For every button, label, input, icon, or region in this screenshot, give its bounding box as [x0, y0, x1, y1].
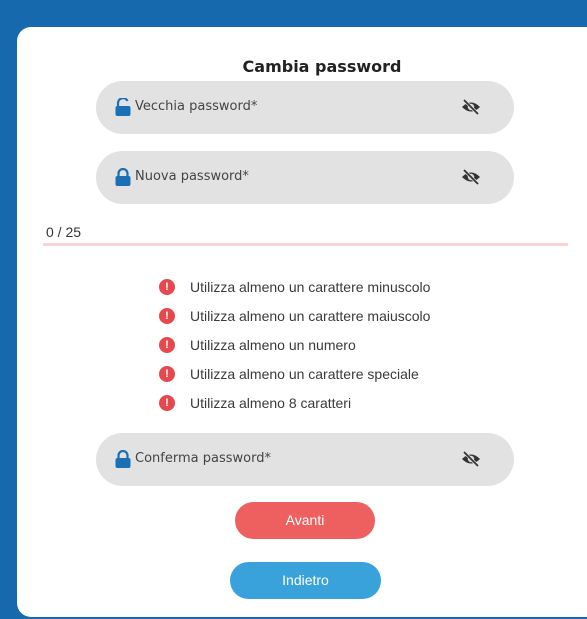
old-password-field[interactable]: Vecchia password*: [96, 81, 514, 134]
eye-off-icon[interactable]: [461, 450, 481, 468]
back-button[interactable]: Indietro: [230, 562, 381, 599]
requirement-text: Utilizza almeno 8 caratteri: [190, 394, 352, 411]
requirement-text: Utilizza almeno un carattere maiuscolo: [190, 307, 431, 324]
error-icon: !: [159, 394, 175, 411]
new-password-field[interactable]: Nuova password*: [96, 151, 514, 204]
error-icon: !: [159, 278, 175, 295]
lock-icon: [115, 450, 131, 468]
eye-off-icon[interactable]: [461, 98, 481, 116]
requirement-item: ! Utilizza almeno 8 caratteri: [159, 388, 430, 417]
requirement-text: Utilizza almeno un carattere speciale: [190, 365, 419, 382]
old-password-placeholder: Vecchia password*: [135, 99, 258, 114]
error-icon: !: [159, 336, 175, 353]
lock-icon: [115, 168, 131, 186]
eye-off-icon[interactable]: [461, 168, 481, 186]
requirement-item: ! Utilizza almeno un carattere maiuscolo: [159, 301, 430, 330]
confirm-password-placeholder: Conferma password*: [135, 451, 271, 466]
requirement-item: ! Utilizza almeno un carattere minuscolo: [159, 272, 430, 301]
confirm-password-field[interactable]: Conferma password*: [96, 433, 514, 486]
password-requirements-list: ! Utilizza almeno un carattere minuscolo…: [159, 272, 430, 417]
requirement-text: Utilizza almeno un numero: [190, 336, 356, 353]
change-password-card: Cambia password Vecchia password* Nuova …: [17, 27, 587, 617]
password-length-counter: 0 / 25: [46, 224, 82, 240]
requirement-item: ! Utilizza almeno un carattere speciale: [159, 359, 430, 388]
lock-open-icon: [115, 98, 131, 116]
new-password-placeholder: Nuova password*: [135, 169, 249, 184]
dialog-title: Cambia password: [242, 57, 402, 76]
requirement-text: Utilizza almeno un carattere minuscolo: [190, 278, 431, 295]
error-icon: !: [159, 307, 175, 324]
password-strength-bar: [43, 243, 568, 246]
next-button[interactable]: Avanti: [235, 502, 375, 539]
error-icon: !: [159, 365, 175, 382]
requirement-item: ! Utilizza almeno un numero: [159, 330, 430, 359]
